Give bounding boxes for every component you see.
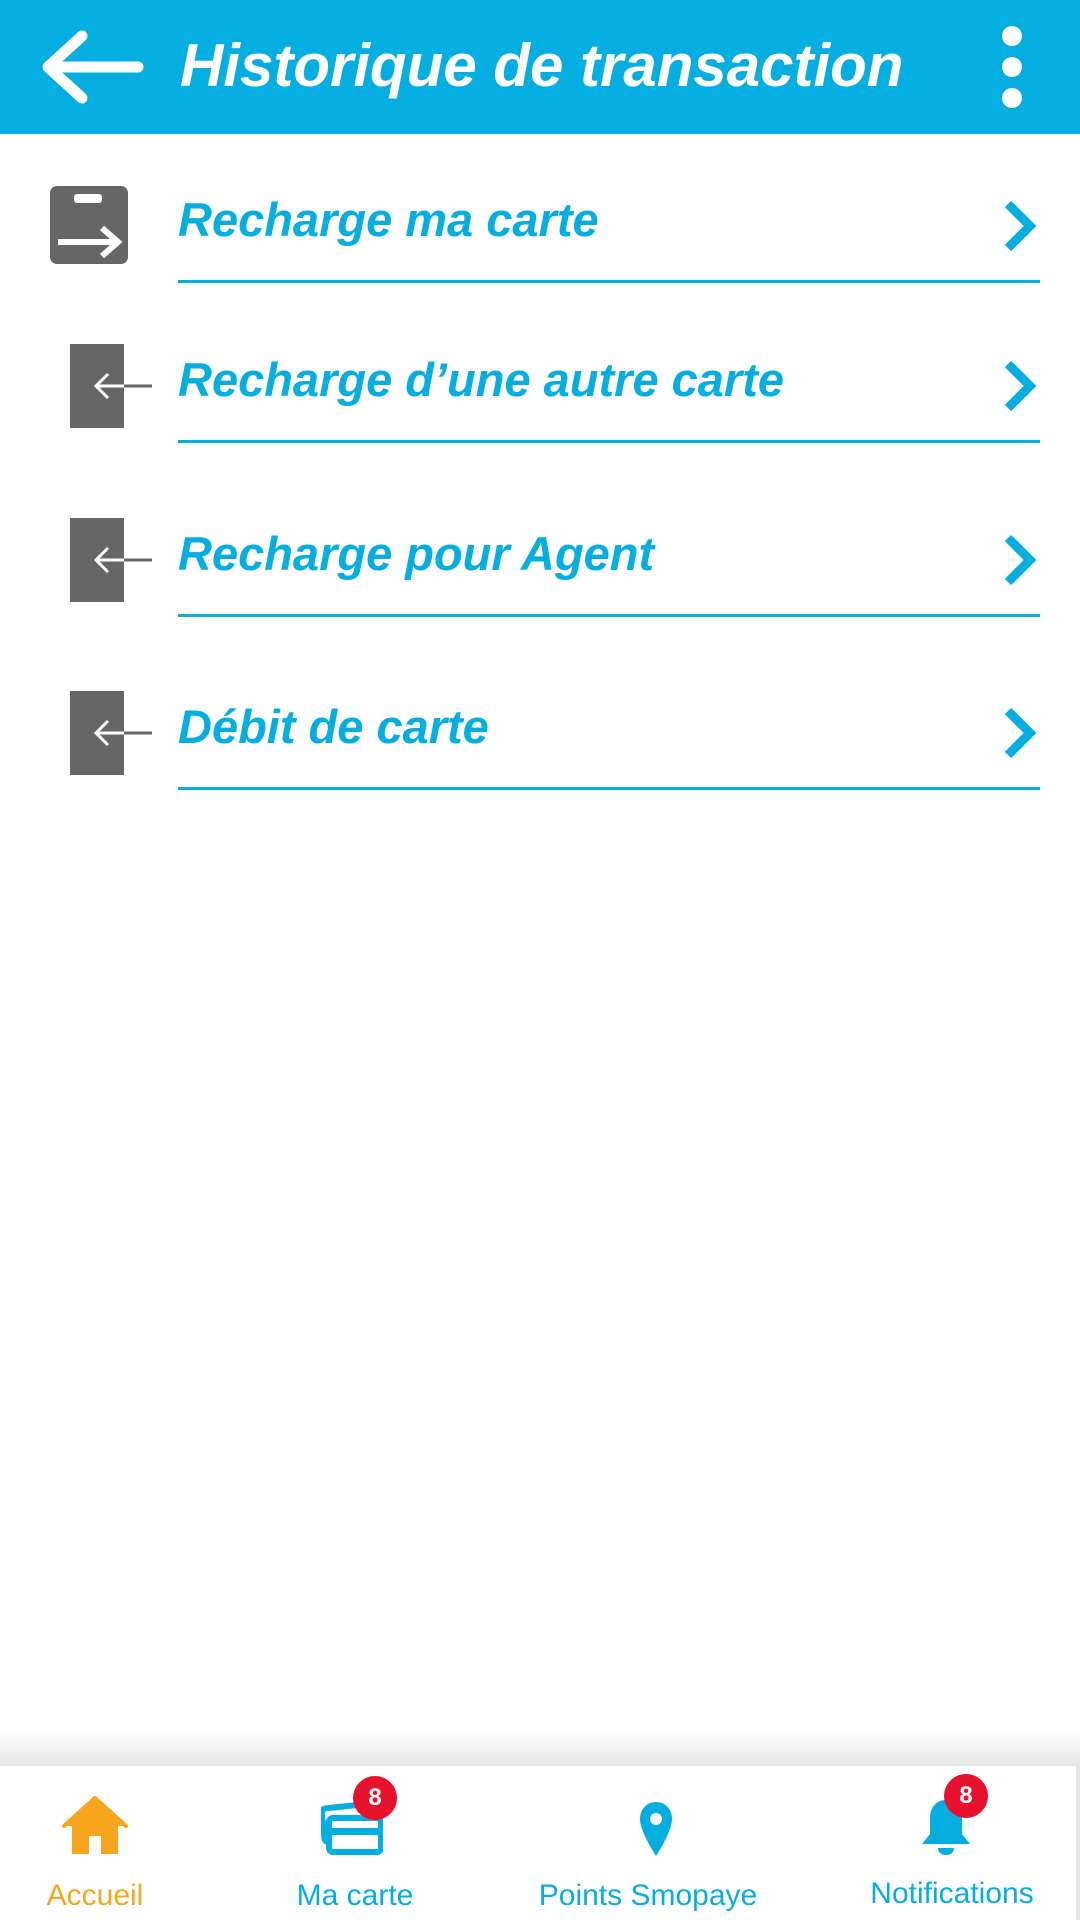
- nav-label-notifications: Notifications: [870, 1877, 1034, 1910]
- map-pin-icon: [638, 1800, 674, 1858]
- menu-item-recharge-agent[interactable]: Recharge pour Agent: [0, 508, 1080, 648]
- arrow-in-icon: [70, 691, 152, 775]
- app-header: Historique de transaction: [0, 0, 1080, 134]
- transfer-out-icon: [50, 186, 128, 264]
- nav-item-points-smopaye[interactable]: Points Smopaye: [539, 1766, 780, 1920]
- divider: [178, 280, 1040, 283]
- arrow-in-icon: [70, 518, 152, 602]
- divider: [178, 614, 1040, 617]
- nav-item-notifications[interactable]: 8 Notifications: [852, 1766, 1052, 1920]
- arrow-in-icon: [70, 344, 152, 428]
- menu-item-recharge-ma-carte[interactable]: Recharge ma carte: [0, 174, 1080, 314]
- divider: [178, 440, 1040, 443]
- page-title: Historique de transaction: [180, 32, 904, 99]
- chevron-right-icon: [1000, 360, 1040, 412]
- overflow-menu-button[interactable]: [988, 24, 1036, 110]
- menu-item-label: Recharge ma carte: [178, 193, 599, 246]
- bottom-nav-shadow: [0, 1730, 1080, 1768]
- bottom-navigation: Accueil 8 Ma carte Points Smopaye 8 Noti…: [0, 1766, 1080, 1920]
- menu-item-label: Débit de carte: [178, 700, 489, 753]
- nav-item-accueil[interactable]: Accueil: [0, 1766, 190, 1920]
- back-button[interactable]: [38, 30, 148, 104]
- chevron-right-icon: [1000, 200, 1040, 252]
- nav-label-accueil: Accueil: [46, 1879, 144, 1912]
- notification-badge: 8: [944, 1774, 988, 1818]
- menu-item-debit-carte[interactable]: Débit de carte: [0, 681, 1080, 821]
- notification-badge: 8: [353, 1776, 397, 1820]
- menu-item-label: Recharge d’une autre carte: [178, 353, 784, 406]
- divider: [178, 787, 1040, 790]
- screen: Historique de transaction Recharge ma ca…: [0, 0, 1080, 1920]
- menu-item-label: Recharge pour Agent: [178, 527, 655, 580]
- menu-item-recharge-autre-carte[interactable]: Recharge d’une autre carte: [0, 334, 1080, 474]
- chevron-right-icon: [1000, 534, 1040, 586]
- chevron-right-icon: [1000, 707, 1040, 759]
- home-icon: [62, 1794, 128, 1856]
- nav-label-points-smopaye: Points Smopaye: [538, 1879, 758, 1912]
- more-vertical-icon: [1002, 26, 1022, 108]
- nav-label-ma-carte: Ma carte: [296, 1879, 414, 1912]
- nav-item-ma-carte[interactable]: 8 Ma carte: [255, 1766, 455, 1920]
- arrow-left-icon: [42, 30, 144, 104]
